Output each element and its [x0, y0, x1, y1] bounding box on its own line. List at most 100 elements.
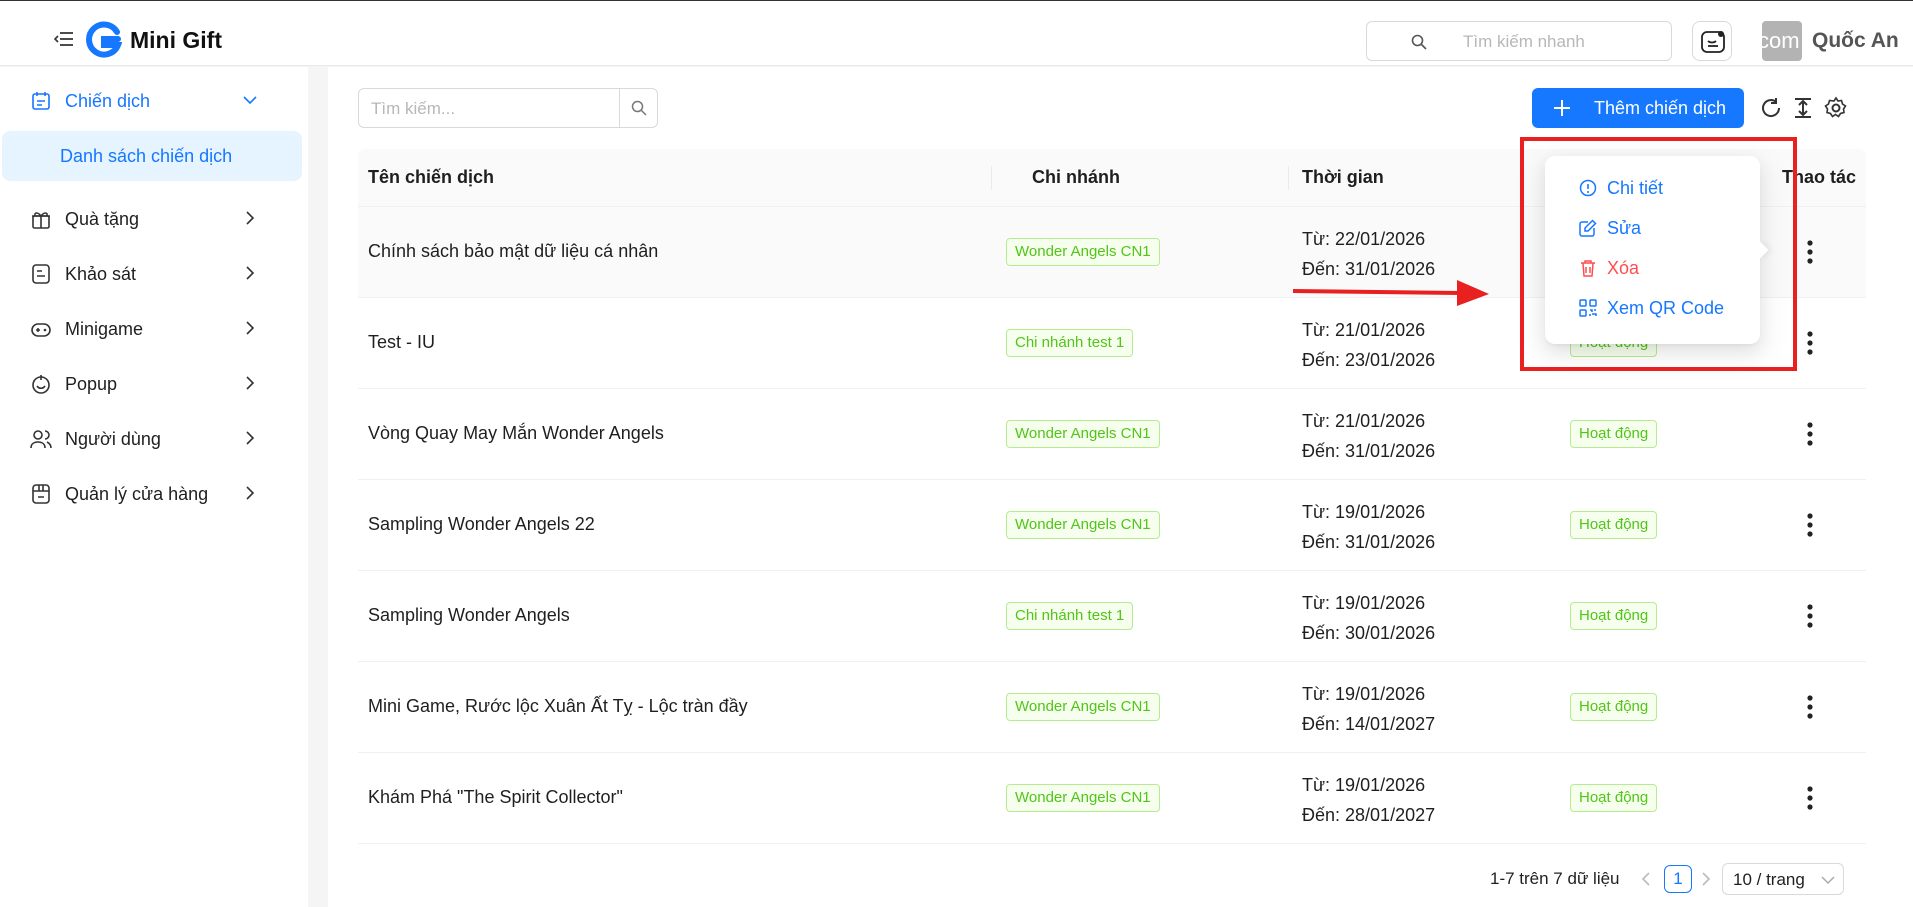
add-campaign-label: Thêm chiến dịch — [1594, 98, 1727, 118]
chevron-right-icon — [246, 321, 255, 335]
menu-fold-icon[interactable] — [54, 31, 74, 47]
column-header-branch[interactable]: Chi nhánh — [1032, 167, 1120, 188]
top-header: Mini Gift com Quốc An — [0, 0, 1913, 66]
table-search-input[interactable] — [371, 96, 621, 122]
red-arrow-annotation — [1293, 280, 1489, 306]
sidebar-item-label: Người dùng — [65, 429, 161, 449]
search-icon — [1411, 34, 1427, 50]
survey-icon — [32, 264, 50, 284]
more-actions-icon[interactable] — [1802, 237, 1818, 267]
sidebar-item-label: Minigame — [65, 319, 144, 339]
user-name[interactable]: Quốc An — [1812, 29, 1899, 53]
status-badge: Hoạt động — [1570, 420, 1658, 448]
notification-button[interactable] — [1692, 21, 1732, 61]
more-actions-icon[interactable] — [1802, 419, 1818, 449]
campaign-time: Từ: 21/01/2026 Đến: 31/01/2026 — [1302, 411, 1436, 461]
campaign-name: Khám Phá "The Spirit Collector" — [368, 787, 623, 807]
campaign-time: Từ: 19/01/2026 Đến: 31/01/2026 — [1302, 502, 1436, 552]
more-actions-icon[interactable] — [1802, 328, 1818, 358]
campaign-time: Từ: 21/01/2026 Đến: 23/01/2026 — [1302, 320, 1436, 370]
sidebar-item-users[interactable]: Người dùng — [0, 413, 308, 463]
campaign-time: Từ: 19/01/2026 Đến: 28/01/2027 — [1302, 775, 1436, 825]
chevron-right-icon — [246, 266, 255, 280]
branch-tag: Chi nhánh test 1 — [1006, 329, 1134, 357]
branch-tag: Wonder Angels CN1 — [1006, 693, 1160, 721]
status-badge: Hoạt động — [1570, 784, 1658, 812]
gift-icon — [32, 212, 50, 229]
more-actions-icon[interactable] — [1802, 783, 1818, 813]
chevron-left-icon[interactable] — [1640, 872, 1652, 886]
sidebar-item-campaigns[interactable]: Chiến dịch — [0, 75, 308, 125]
quick-search[interactable] — [1366, 21, 1672, 61]
settings-icon[interactable] — [1824, 96, 1848, 120]
sidebar-subitem-label: Danh sách chiến dịch — [60, 146, 233, 166]
sidebar-subitem-campaign-list[interactable]: Danh sách chiến dịch — [2, 131, 302, 181]
branch-tag: Wonder Angels CN1 — [1006, 784, 1160, 812]
more-actions-icon[interactable] — [1802, 692, 1818, 722]
sidebar-item-minigame[interactable]: Minigame — [0, 303, 308, 353]
sidebar-item-label: Khảo sát — [65, 264, 137, 284]
pagination: 1-7 trên 7 dữ liệu 1 10 / trang — [1490, 863, 1890, 895]
campaign-name: Chính sách bảo mật dữ liệu cá nhân — [368, 241, 659, 261]
chevron-down-icon — [243, 96, 257, 105]
campaign-icon — [32, 92, 50, 110]
sidebar-item-store-management[interactable]: Quản lý cửa hàng — [0, 468, 308, 518]
table-row[interactable]: Sampling Wonder Angels Chi nhánh test 1 … — [358, 571, 1866, 662]
logo-text: Mini Gift — [130, 27, 222, 53]
reload-icon[interactable] — [1759, 96, 1783, 120]
campaign-time: Từ: 22/01/2026 Đến: 31/01/2026 — [1302, 229, 1436, 279]
table-search[interactable] — [358, 88, 658, 128]
pagination-summary: 1-7 trên 7 dữ liệu — [1490, 869, 1620, 888]
users-icon — [30, 430, 52, 449]
store-icon — [32, 484, 50, 504]
chevron-right-icon — [246, 376, 255, 390]
sidebar-item-label: Popup — [65, 374, 118, 394]
branch-tag: Chi nhánh test 1 — [1006, 602, 1134, 630]
sidebar: Chiến dịch Danh sách chiến dịch Quà tặng… — [0, 67, 308, 907]
notification-icon — [1701, 31, 1725, 53]
status-badge: Hoạt động — [1570, 602, 1658, 630]
status-badge: Hoạt động — [1570, 693, 1658, 721]
campaign-name: Sampling Wonder Angels — [368, 605, 570, 625]
chevron-right-icon — [246, 211, 255, 225]
column-header-name[interactable]: Tên chiến dịch — [368, 167, 494, 188]
column-height-icon[interactable] — [1791, 96, 1815, 120]
campaign-time: Từ: 19/01/2026 Đến: 14/01/2027 — [1302, 684, 1436, 734]
status-badge: Hoạt động — [1570, 511, 1658, 539]
sidebar-item-surveys[interactable]: Khảo sát — [0, 248, 308, 298]
popup-icon — [32, 375, 50, 394]
campaign-name: Sampling Wonder Angels 22 — [368, 514, 595, 534]
branch-tag: Wonder Angels CN1 — [1006, 420, 1160, 448]
campaign-name: Vòng Quay May Mắn Wonder Angels — [368, 423, 664, 443]
table-search-button[interactable] — [619, 89, 657, 127]
column-header-time[interactable]: Thời gian — [1302, 167, 1384, 188]
campaign-time: Từ: 19/01/2026 Đến: 30/01/2026 — [1302, 593, 1436, 643]
page-size-value: 10 / trang — [1733, 870, 1805, 889]
logo-icon — [86, 21, 122, 58]
chevron-right-icon — [246, 486, 255, 500]
branch-tag: Wonder Angels CN1 — [1006, 238, 1160, 266]
sidebar-item-popup[interactable]: Popup — [0, 358, 308, 408]
highlight-box — [1520, 137, 1797, 371]
sidebar-item-gifts[interactable]: Quà tặng — [0, 193, 308, 243]
table-row[interactable]: Khám Phá "The Spirit Collector" Wonder A… — [358, 753, 1866, 844]
avatar[interactable]: com — [1762, 21, 1802, 61]
sidebar-item-label: Quản lý cửa hàng — [65, 484, 209, 504]
chevron-right-icon[interactable] — [1700, 872, 1712, 886]
campaign-name: Mini Game, Rước lộc Xuân Ất Tỵ - Lộc trà… — [368, 696, 748, 716]
search-icon — [631, 100, 647, 116]
add-campaign-button[interactable]: Thêm chiến dịch — [1532, 88, 1744, 128]
table-row[interactable]: Sampling Wonder Angels 22 Wonder Angels … — [358, 480, 1866, 571]
page-number[interactable]: 1 — [1664, 865, 1692, 893]
table-row[interactable]: Mini Game, Rước lộc Xuân Ất Tỵ - Lộc trà… — [358, 662, 1866, 753]
sidebar-item-label: Chiến dịch — [65, 91, 151, 111]
more-actions-icon[interactable] — [1802, 510, 1818, 540]
more-actions-icon[interactable] — [1802, 601, 1818, 631]
sidebar-item-label: Quà tặng — [65, 209, 140, 229]
campaign-name: Test - IU — [368, 332, 436, 352]
chevron-down-icon — [1821, 876, 1835, 885]
quick-search-input[interactable] — [1463, 29, 1663, 55]
page-size-select[interactable]: 10 / trang — [1722, 863, 1844, 895]
table-row[interactable]: Vòng Quay May Mắn Wonder Angels Wonder A… — [358, 389, 1866, 480]
plus-icon — [1554, 100, 1570, 116]
